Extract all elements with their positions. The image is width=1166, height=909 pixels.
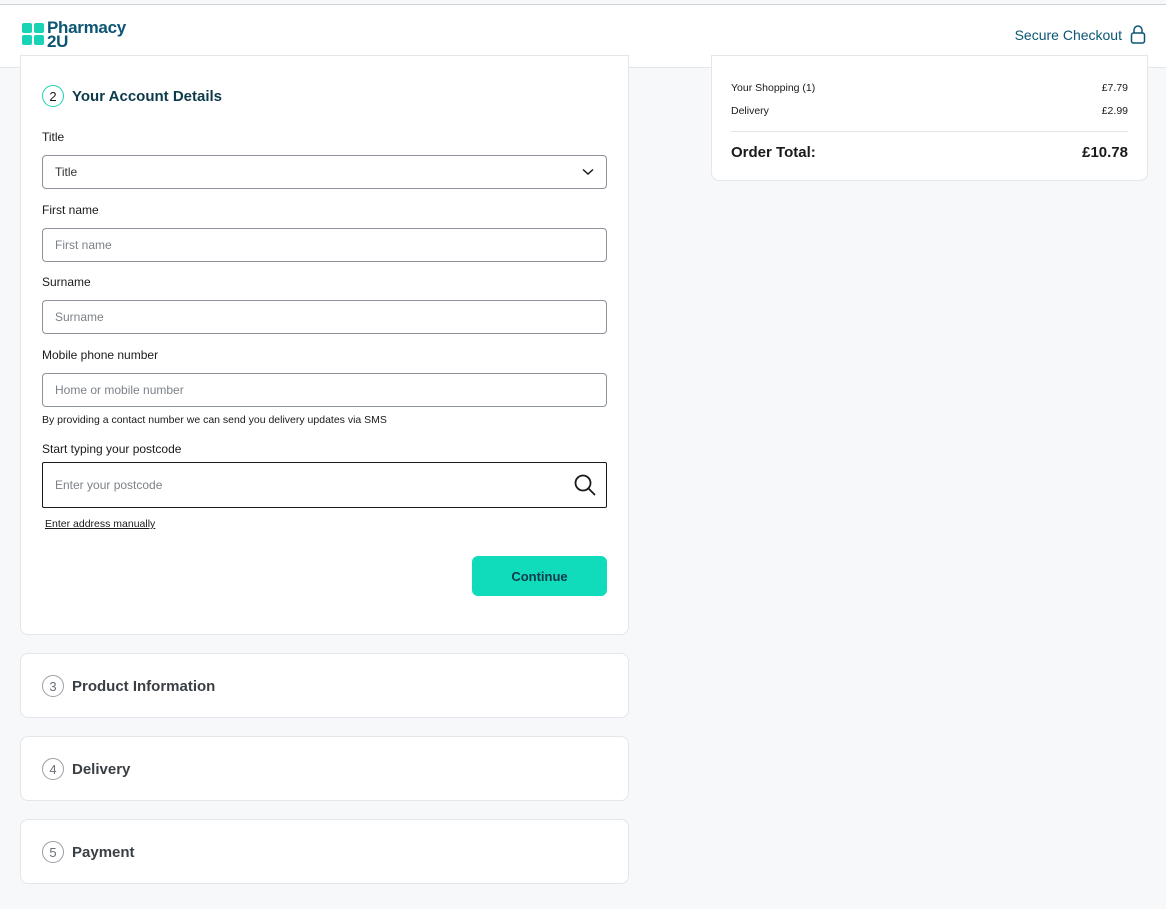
logo-text: Pharmacy 2U bbox=[47, 19, 126, 51]
delivery-value: £2.99 bbox=[1101, 105, 1128, 117]
step-header: 3 Product Information bbox=[42, 675, 215, 697]
postcode-wrapper bbox=[42, 462, 607, 508]
chevron-down-icon bbox=[582, 168, 594, 176]
step-number: 3 bbox=[42, 675, 64, 697]
lock-icon bbox=[1130, 25, 1146, 44]
step-number: 4 bbox=[42, 758, 64, 780]
order-summary: Your Shopping (1) £7.79 Delivery £2.99 O… bbox=[711, 55, 1148, 181]
step-product-information[interactable]: 3 Product Information bbox=[20, 653, 629, 718]
logo-line-2: 2U bbox=[47, 32, 69, 51]
mobile-input[interactable] bbox=[42, 373, 607, 407]
step-title: Delivery bbox=[72, 760, 131, 778]
secure-checkout: Secure Checkout bbox=[1015, 25, 1146, 44]
mobile-label: Mobile phone number bbox=[42, 348, 159, 362]
surname-label: Surname bbox=[42, 275, 91, 289]
pharmacy2u-logo[interactable]: Pharmacy 2U bbox=[22, 19, 126, 51]
secure-checkout-label: Secure Checkout bbox=[1014, 26, 1122, 43]
enter-address-manually-link[interactable]: Enter address manually bbox=[45, 518, 155, 530]
summary-divider bbox=[731, 131, 1128, 132]
title-label: Title bbox=[42, 130, 65, 144]
shopping-value: £7.79 bbox=[1101, 82, 1128, 94]
search-icon[interactable] bbox=[573, 473, 597, 497]
postcode-input[interactable] bbox=[42, 462, 607, 508]
logo-mark-icon bbox=[22, 23, 44, 45]
account-details-header: 2 Your Account Details bbox=[42, 85, 222, 107]
step-header: 5 Payment bbox=[42, 841, 135, 863]
step-header: 4 Delivery bbox=[42, 758, 130, 780]
first-name-label: First name bbox=[42, 203, 99, 217]
order-total-label: Order Total: bbox=[731, 144, 816, 161]
first-name-input[interactable] bbox=[42, 228, 607, 262]
step-number: 5 bbox=[42, 841, 64, 863]
order-total-value: £10.78 bbox=[1082, 144, 1128, 161]
step-title: Product Information bbox=[72, 677, 216, 695]
surname-input[interactable] bbox=[42, 300, 607, 334]
section-title: Your Account Details bbox=[72, 87, 223, 105]
title-select-value: Title bbox=[55, 165, 78, 179]
delivery-label: Delivery bbox=[731, 105, 769, 117]
account-details-section: 2 Your Account Details Title Title First… bbox=[20, 55, 629, 635]
step-title: Payment bbox=[72, 843, 135, 861]
continue-button[interactable]: Continue bbox=[472, 556, 607, 596]
delivery-row: Delivery £2.99 bbox=[731, 105, 1128, 117]
shopping-label: Your Shopping (1) bbox=[731, 82, 816, 94]
step-number: 2 bbox=[42, 85, 64, 107]
shopping-row: Your Shopping (1) £7.79 bbox=[731, 82, 1128, 94]
step-payment[interactable]: 5 Payment bbox=[20, 819, 629, 884]
step-delivery[interactable]: 4 Delivery bbox=[20, 736, 629, 801]
postcode-label: Start typing your postcode bbox=[42, 442, 182, 456]
mobile-hint: By providing a contact number we can sen… bbox=[42, 414, 387, 426]
order-total-row: Order Total: £10.78 bbox=[731, 144, 1128, 161]
title-select[interactable]: Title bbox=[42, 155, 607, 189]
